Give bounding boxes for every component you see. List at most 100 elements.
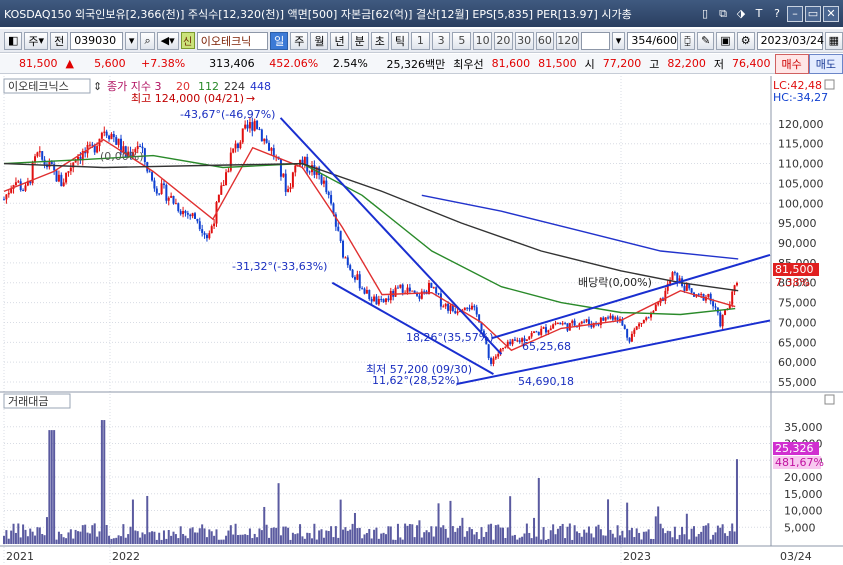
bar-count-field[interactable]: 354/600 [627, 31, 679, 50]
mode-label: 주 [28, 34, 39, 48]
trend-annotation-1: -43,67°(-46,97%) [180, 108, 275, 121]
interval-1[interactable]: 1 [410, 31, 430, 50]
pin-icon[interactable]: ⬗ [733, 6, 749, 22]
mode-select[interactable]: 주 ▾ [24, 31, 49, 50]
candle-body [664, 290, 667, 301]
candle-body [330, 195, 333, 204]
chart-area[interactable]: 55,00060,00065,00070,00075,00080,00085,0… [0, 76, 843, 565]
sell-button[interactable]: 매도 [808, 53, 843, 74]
volume-bar [79, 531, 82, 544]
interval-5[interactable]: 5 [452, 31, 472, 50]
volume-bar [301, 536, 304, 544]
date-input[interactable]: 2023/03/24 [756, 31, 824, 50]
interval-60[interactable]: 60 [535, 31, 555, 50]
volume-bar [122, 524, 125, 544]
volume-bar [287, 527, 290, 544]
code-dropdown-icon[interactable]: ▾ [124, 31, 139, 50]
volume-bar [26, 536, 29, 544]
panel-toggle-icon[interactable]: ◧ [4, 31, 23, 50]
period-day-tab[interactable]: 일 [270, 31, 289, 50]
volume-bar [160, 539, 163, 544]
help-icon[interactable]: ? [769, 6, 785, 22]
volume-bar [72, 538, 75, 544]
volume-bar [74, 529, 77, 544]
volume-bar [614, 537, 617, 544]
close-button[interactable]: ✕ [823, 5, 839, 22]
period-year-tab[interactable]: 년 [330, 31, 349, 50]
period-minute-tab[interactable]: 분 [350, 31, 369, 50]
font-icon[interactable]: T [751, 6, 767, 22]
period-month-tab[interactable]: 월 [310, 31, 329, 50]
draw-tool-icon[interactable]: ✎ [697, 31, 715, 50]
candle-body [587, 319, 590, 325]
interval-custom-input[interactable] [581, 31, 610, 50]
volume-bar [735, 459, 738, 544]
volume-bar [96, 536, 99, 544]
gear-icon[interactable]: ⚙ [736, 31, 755, 50]
volume-bar [408, 524, 411, 544]
volume-bar [334, 526, 337, 544]
volume-bar [394, 539, 397, 544]
interval-10[interactable]: 10 [473, 31, 492, 50]
candle-body [110, 134, 113, 140]
save-icon[interactable]: ▣ [716, 31, 735, 50]
candle-body [184, 211, 187, 213]
period-week-tab[interactable]: 주 [290, 31, 309, 50]
pane-collapse-icon[interactable] [824, 394, 835, 405]
volume-bar [385, 534, 388, 544]
interval-120[interactable]: 120 [556, 31, 580, 50]
volume-bar [595, 526, 598, 544]
open-price: 77,200 [602, 57, 642, 70]
minimize-button[interactable]: – [787, 5, 803, 22]
trend-annotation-4: 18,26°(35,57%) [406, 331, 494, 344]
buy-button[interactable]: 매수 [774, 53, 809, 74]
candle-body [530, 332, 533, 337]
search-icon[interactable]: ⌕ [140, 31, 155, 50]
window-list-icon[interactable]: ▯ [697, 6, 713, 22]
candle-body [504, 346, 507, 348]
candle-body [731, 291, 734, 305]
interval-dropdown-icon[interactable]: ▾ [611, 31, 626, 50]
volume-bar [439, 527, 442, 544]
candle-body [408, 287, 411, 292]
candle-body [394, 287, 397, 297]
price-tick-label: 65,000 [778, 336, 817, 349]
volume-bar [45, 517, 48, 544]
volume-bar [642, 531, 645, 544]
interval-20[interactable]: 20 [494, 31, 513, 50]
copy-icon[interactable]: ⧉ [715, 6, 731, 22]
current-price: 81,500 [19, 57, 58, 70]
period-second-tab[interactable]: 초 [370, 31, 389, 50]
trend-line [279, 117, 503, 355]
candle-body [640, 323, 643, 325]
trend-annotation-2: (0,00%) [100, 150, 144, 163]
interval-30[interactable]: 30 [514, 31, 534, 50]
chart-svg[interactable]: 55,00060,00065,00070,00075,00080,00085,0… [0, 76, 843, 565]
legend-toggle-icon[interactable]: ⇕ [93, 80, 102, 93]
maximize-button[interactable]: ▭ [805, 5, 821, 22]
candle-body [270, 148, 273, 151]
pane-collapse-icon-top[interactable] [824, 79, 835, 90]
volume-bar [597, 524, 600, 544]
candle-body [616, 317, 619, 320]
prev-button[interactable]: 전 [50, 31, 69, 50]
time-axis-label: 2022 [112, 550, 140, 563]
volume-bar [437, 503, 440, 544]
price-tick-label: 75,000 [778, 297, 817, 310]
volume-bar [7, 538, 10, 544]
candle-body [179, 211, 182, 215]
calendar-icon[interactable]: ▦ [824, 31, 843, 50]
volume-bar [215, 529, 218, 544]
volume-bar [365, 532, 368, 544]
candle-body [518, 340, 521, 342]
stock-code-input[interactable]: 039030 [70, 31, 123, 50]
speaker-icon[interactable]: ◀▾ [156, 31, 179, 50]
interval-3[interactable]: 3 [431, 31, 451, 50]
period-tick-tab[interactable]: 틱 [390, 31, 409, 50]
candle-body [724, 310, 727, 315]
volume-bar [170, 535, 173, 544]
candle-body [511, 339, 514, 345]
volume-bar [552, 524, 555, 544]
up-arrow-icon: ▲ [65, 57, 75, 70]
candle-style-icon[interactable]: ⧮ [680, 31, 696, 50]
